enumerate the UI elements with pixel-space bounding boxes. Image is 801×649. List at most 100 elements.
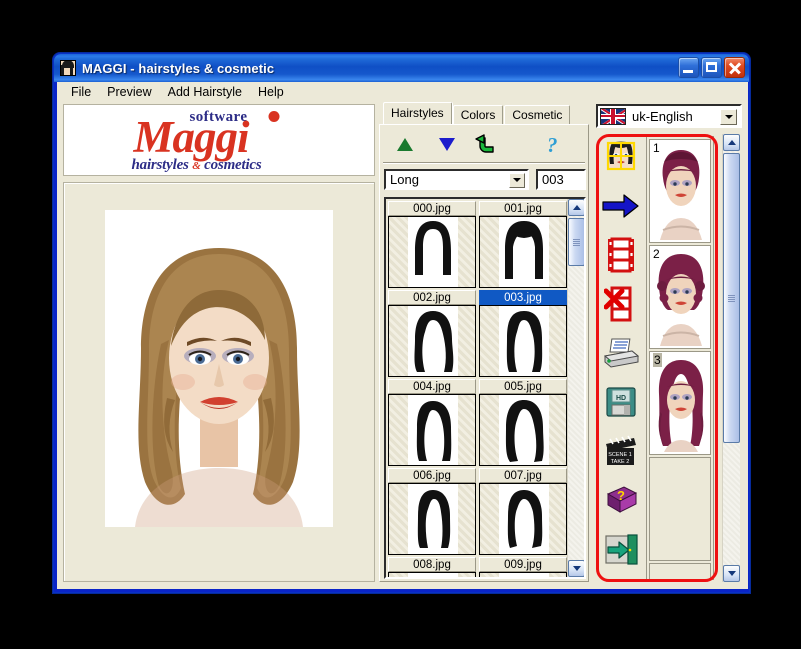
thumbnail-cell[interactable]: 006.jpg	[388, 468, 476, 555]
results-scrollbar[interactable]	[722, 134, 740, 582]
thumbnail-image	[388, 394, 476, 466]
logo-tagline-amp: &	[192, 160, 201, 172]
result-item-selected[interactable]: 3	[649, 351, 711, 455]
thumbnail-image	[388, 216, 476, 288]
model-portrait	[105, 210, 333, 527]
uk-flag-icon	[600, 107, 626, 125]
index-input-value: 003	[542, 172, 564, 187]
language-chevron-down-icon[interactable]	[720, 109, 737, 125]
language-combobox[interactable]: uk-English	[596, 104, 742, 128]
film-strip-delete-icon[interactable]	[602, 285, 640, 323]
result-item-empty[interactable]	[649, 563, 711, 579]
window-controls	[678, 57, 745, 78]
tab-cosmetic[interactable]: Cosmetic	[504, 105, 571, 124]
floppy-save-icon[interactable]: HD	[602, 383, 640, 421]
thumbnail-label: 001.jpg	[479, 201, 567, 216]
tab-cosmetic-label: Cosmetic	[512, 108, 563, 122]
results-list[interactable]: 1 2 3	[646, 136, 714, 580]
thumbnail-label: 008.jpg	[388, 557, 476, 572]
chevron-down-icon[interactable]	[509, 172, 525, 188]
results-scroll-up-button[interactable]	[723, 134, 740, 151]
menu-item-add-hairstyle[interactable]: Add Hairstyle	[160, 83, 250, 101]
result-thumb-image	[650, 140, 710, 240]
triangle-up-icon[interactable]	[397, 138, 413, 151]
result-thumb-image	[650, 246, 710, 346]
thumbnail-image	[479, 216, 567, 288]
undo-arrow-icon[interactable]	[475, 134, 499, 156]
menu-item-help[interactable]: Help	[250, 83, 292, 101]
hairstyle-panel: Hairstyles Colors Cosmetic ? Long 003 00…	[379, 102, 589, 582]
tab-colors[interactable]: Colors	[452, 105, 504, 124]
hairstyle-grid: 000.jpg 001.jpg 002.jpg 003.jpg 004.jpg …	[388, 201, 568, 577]
tab-colors-label: Colors	[460, 108, 496, 122]
thumbnail-cell[interactable]: 005.jpg	[479, 379, 567, 466]
thumbnail-cell[interactable]: 007.jpg	[479, 468, 567, 555]
result-thumb-image	[650, 352, 710, 452]
question-mark-icon[interactable]: ?	[547, 133, 558, 158]
thumbnail-label: 004.jpg	[388, 379, 476, 394]
grid-scrollbar[interactable]	[567, 199, 584, 577]
result-item[interactable]: 2	[649, 245, 711, 349]
thumbnail-cell[interactable]: 002.jpg	[388, 290, 476, 377]
blue-right-arrow-icon[interactable]	[602, 187, 640, 225]
preview-column: software Maggi hairstyles & cosmetics	[63, 104, 375, 582]
thumbnail-cell-selected[interactable]: 003.jpg	[479, 290, 567, 377]
thumbnail-label: 009.jpg	[479, 557, 567, 572]
thumbnail-cell[interactable]: 001.jpg	[479, 201, 567, 288]
tab-panel-hairstyles: ? Long 003 000.jpg 001.jpg 002.jpg 003.j…	[379, 124, 589, 582]
face-grid-icon[interactable]	[602, 138, 640, 176]
exit-door-icon[interactable]	[602, 530, 640, 568]
thumbnail-image	[479, 305, 567, 377]
client-area: File Preview Add Hairstyle Help software…	[57, 82, 748, 589]
filter-row: Long 003	[384, 169, 586, 191]
svg-text:TAKE 2: TAKE 2	[611, 459, 630, 465]
svg-text:?: ?	[617, 488, 625, 503]
svg-text:HD: HD	[616, 395, 626, 402]
thumbnail-label: 000.jpg	[388, 201, 476, 216]
menu-item-file[interactable]: File	[63, 83, 99, 101]
thumbnail-cell[interactable]: 009.jpg	[479, 557, 567, 577]
result-item-empty[interactable]	[649, 457, 711, 561]
brand-logo: software Maggi hairstyles & cosmetics	[63, 104, 375, 176]
thumbnail-image	[388, 483, 476, 555]
side-toolbar: HD SCENE 1 TAKE 2 ?	[600, 138, 644, 578]
category-combobox[interactable]: Long	[384, 169, 529, 190]
thumbnail-label: 003.jpg	[479, 290, 567, 305]
minimize-button[interactable]	[678, 57, 699, 78]
scroll-thumb[interactable]	[568, 218, 584, 266]
thumbnail-image	[479, 394, 567, 466]
hairstyle-grid-scrollarea: 000.jpg 001.jpg 002.jpg 003.jpg 004.jpg …	[384, 197, 586, 579]
app-face-icon	[60, 60, 76, 76]
thumbnail-cell[interactable]: 000.jpg	[388, 201, 476, 288]
help-book-icon[interactable]: ?	[602, 481, 640, 519]
app-window: MAGGI - hairstyles & cosmetic File Previ…	[53, 53, 750, 593]
thumbnail-label: 005.jpg	[479, 379, 567, 394]
scroll-down-button[interactable]	[568, 560, 584, 577]
window-title: MAGGI - hairstyles & cosmetic	[82, 60, 275, 76]
thumbnail-cell[interactable]: 008.jpg	[388, 557, 476, 577]
clapperboard-icon[interactable]: SCENE 1 TAKE 2	[602, 432, 640, 470]
result-item[interactable]: 1	[649, 139, 711, 243]
index-input[interactable]: 003	[536, 169, 586, 190]
svg-text:SCENE 1: SCENE 1	[608, 452, 632, 458]
printer-icon[interactable]	[602, 334, 640, 372]
result-number: 2	[653, 247, 660, 261]
language-bar: uk-English	[596, 104, 742, 129]
preview-photo-frame[interactable]	[63, 182, 375, 582]
results-scroll-thumb[interactable]	[723, 153, 740, 443]
results-scroll-down-button[interactable]	[723, 565, 740, 582]
menu-item-preview[interactable]: Preview	[99, 83, 159, 101]
thumbnail-label: 006.jpg	[388, 468, 476, 483]
triangle-down-icon[interactable]	[439, 138, 455, 151]
portrait-illustration	[105, 210, 333, 527]
thumbnail-label: 002.jpg	[388, 290, 476, 305]
maximize-button[interactable]	[701, 57, 722, 78]
scroll-track[interactable]	[568, 216, 584, 560]
scroll-up-button[interactable]	[568, 199, 584, 216]
tab-hairstyles[interactable]: Hairstyles	[383, 102, 452, 124]
category-combobox-value: Long	[390, 172, 419, 187]
screen-root: MAGGI - hairstyles & cosmetic File Previ…	[0, 0, 801, 649]
close-button[interactable]	[724, 57, 745, 78]
thumbnail-cell[interactable]: 004.jpg	[388, 379, 476, 466]
film-strip-icon[interactable]	[602, 236, 640, 274]
